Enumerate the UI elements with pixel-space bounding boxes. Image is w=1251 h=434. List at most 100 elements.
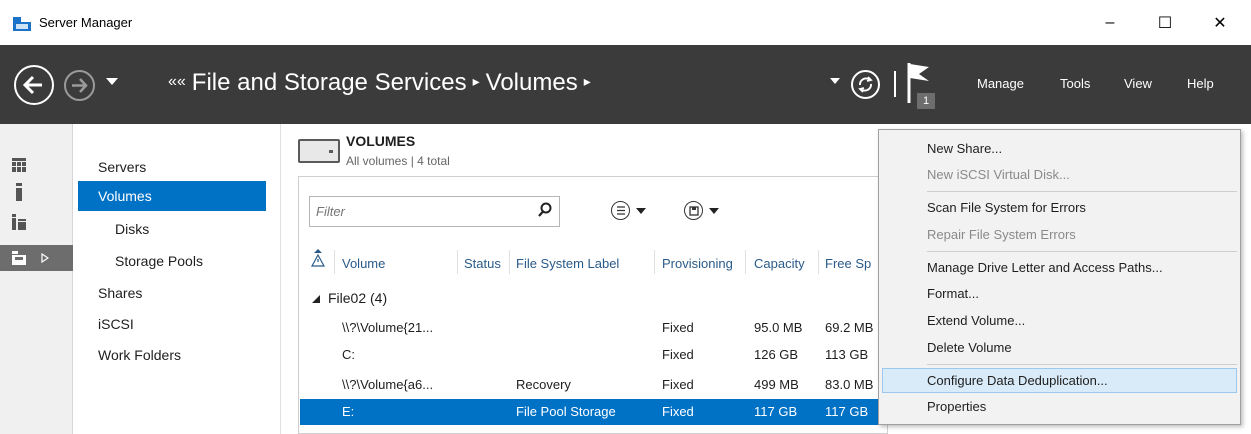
column-free-space[interactable]: Free Sp [825, 256, 871, 271]
menu-separator [927, 251, 1237, 252]
back-button[interactable] [14, 65, 54, 105]
breadcrumb-back-icon[interactable]: «« [168, 73, 186, 90]
cell-label: Recovery [516, 377, 571, 392]
column-provisioning[interactable]: Provisioning [662, 256, 733, 271]
title-bar: Server Manager – ☐ ✕ [0, 0, 1251, 45]
chevron-down-icon [709, 207, 719, 214]
menu-scan-file-system[interactable]: Scan File System for Errors [879, 195, 1240, 220]
nav-storage-pools[interactable]: Storage Pools [78, 246, 266, 276]
menu-delete-volume[interactable]: Delete Volume [879, 335, 1240, 360]
column-separator [745, 250, 746, 274]
menu-manage-drive-letter[interactable]: Manage Drive Letter and Access Paths... [879, 255, 1240, 280]
server-group-row[interactable]: File02 (4) [312, 290, 387, 306]
close-icon: ✕ [1213, 15, 1227, 32]
column-status[interactable]: Status [464, 256, 501, 271]
volumes-subtitle: All volumes | 4 total [346, 154, 450, 168]
menu-new-share[interactable]: New Share... [879, 136, 1240, 161]
save-options-button[interactable] [684, 201, 719, 220]
server-manager-icon [13, 17, 31, 31]
cell-provisioning: Fixed [662, 377, 694, 392]
refresh-button[interactable] [851, 70, 880, 99]
menu-view[interactable]: View [1124, 76, 1152, 91]
maximize-icon: ☐ [1157, 15, 1173, 32]
list-options-button[interactable] [611, 201, 646, 220]
rail-file-storage[interactable] [0, 245, 73, 271]
minimize-button[interactable]: – [1090, 8, 1130, 38]
rail-local-server[interactable] [0, 179, 73, 205]
menu-format[interactable]: Format... [879, 281, 1240, 306]
cell-provisioning: Fixed [662, 404, 694, 419]
breadcrumb-arrow-icon: ▸ [583, 73, 591, 89]
local-server-icon [16, 183, 22, 201]
menu-manage[interactable]: Manage [977, 76, 1024, 91]
nav-iscsi[interactable]: iSCSI [78, 309, 266, 339]
nav-servers[interactable]: Servers [78, 152, 266, 182]
arrow-left-icon [22, 75, 42, 95]
search-icon[interactable] [537, 202, 553, 220]
cell-free-space: 117 GB [825, 404, 869, 419]
cell-volume: C: [342, 347, 355, 362]
cell-volume: E: [342, 404, 355, 419]
maximize-button[interactable]: ☐ [1145, 8, 1185, 38]
column-separator [818, 250, 819, 274]
chevron-down-icon [636, 207, 646, 214]
table-row[interactable]: \\?\Volume{a6... Recovery Fixed 499 MB 8… [300, 372, 886, 398]
cell-provisioning: Fixed [662, 320, 694, 335]
menu-new-iscsi-virtual-disk: New iSCSI Virtual Disk... [927, 167, 1070, 182]
menu-repair-file-system: Repair File System Errors [927, 227, 1076, 242]
list-icon [611, 201, 630, 220]
column-separator [509, 250, 510, 274]
column-separator [457, 250, 458, 274]
cell-capacity: 499 MB [754, 377, 799, 392]
rail-dashboard[interactable] [0, 152, 73, 178]
menu-help[interactable]: Help [1187, 76, 1214, 91]
menu-tools[interactable]: Tools [1060, 76, 1090, 91]
warning-column-icon[interactable] [311, 249, 325, 267]
cell-free-space: 69.2 MB [825, 320, 874, 335]
table-row[interactable]: C: Fixed 126 GB 113 GB [300, 342, 886, 368]
close-button[interactable]: ✕ [1200, 8, 1240, 38]
all-servers-icon [12, 214, 26, 230]
breadcrumb-file-storage[interactable]: File and Storage Services [192, 69, 467, 96]
header-separator [894, 71, 896, 97]
column-capacity[interactable]: Capacity [754, 256, 805, 271]
cell-capacity: 117 GB [754, 404, 798, 419]
collapse-triangle-icon [312, 295, 320, 303]
expand-arrow-icon [41, 253, 49, 263]
nav-shares[interactable]: Shares [78, 278, 266, 308]
breadcrumb: «« File and Storage Services ▸ Volumes ▸ [168, 69, 597, 97]
rail-all-servers[interactable] [0, 209, 73, 235]
column-file-system-label[interactable]: File System Label [516, 256, 619, 271]
table-row[interactable]: \\?\Volume{21... Fixed 95.0 MB 69.2 MB [300, 315, 886, 341]
filter-box[interactable] [309, 196, 560, 227]
notification-count-badge: 1 [917, 93, 935, 109]
dashboard-icon [12, 158, 26, 172]
table-row-selected[interactable]: E: File Pool Storage Fixed 117 GB 117 GB [300, 399, 886, 425]
cell-free-space: 113 GB [825, 347, 869, 362]
nav-work-folders[interactable]: Work Folders [78, 340, 266, 370]
refresh-icon [858, 76, 873, 93]
cell-volume: \\?\Volume{21... [342, 320, 434, 335]
filter-input[interactable] [316, 198, 526, 225]
navigation-panel: Servers Volumes Disks Storage Pools Shar… [78, 124, 278, 434]
icon-rail [0, 124, 73, 434]
menu-separator [927, 191, 1237, 192]
cell-capacity: 126 GB [754, 347, 799, 362]
breadcrumb-volumes[interactable]: Volumes [486, 69, 578, 96]
nav-disks[interactable]: Disks [78, 214, 266, 244]
minimize-icon: – [1105, 14, 1115, 31]
save-icon [684, 201, 703, 220]
cell-provisioning: Fixed [662, 347, 694, 362]
arrow-right-icon [72, 78, 88, 93]
cell-volume: \\?\Volume{a6... [342, 377, 434, 392]
nav-volumes[interactable]: Volumes [78, 181, 266, 211]
volumes-title: VOLUMES [346, 133, 416, 149]
header-dropdown-icon[interactable] [830, 78, 840, 85]
menu-extend-volume[interactable]: Extend Volume... [879, 308, 1240, 333]
menu-configure-deduplication[interactable]: Configure Data Deduplication... [882, 368, 1237, 393]
forward-button[interactable] [64, 70, 95, 101]
cell-free-space: 83.0 MB [825, 377, 874, 392]
menu-properties[interactable]: Properties [879, 394, 1240, 419]
column-volume[interactable]: Volume [342, 256, 385, 271]
history-dropdown-icon[interactable] [106, 78, 118, 86]
